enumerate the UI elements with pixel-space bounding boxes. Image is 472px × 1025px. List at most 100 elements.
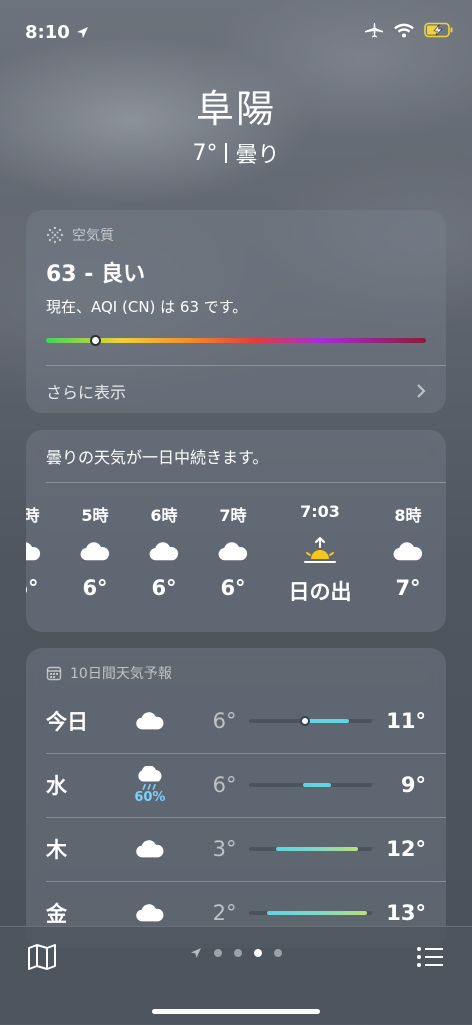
temp-range-bar <box>248 847 372 851</box>
current-condition: 7° 曇り <box>0 137 472 169</box>
daily-day: 木 <box>46 838 67 862</box>
daily-day: 今日 <box>46 710 88 734</box>
hourly-scroll[interactable]: 4時6°5時6°6時6°7時6°7:03日の出8時7° <box>26 502 446 622</box>
page-dot-active[interactable] <box>254 949 262 957</box>
hourly-forecast-card[interactable]: 曇りの天気が一日中続きます。 4時6°5時6°6時6°7時6°7:03日の出8時… <box>26 430 446 632</box>
daily-low: 6° <box>212 709 237 733</box>
status-bar: 8:10 <box>0 0 472 60</box>
daily-high: 13° <box>386 901 426 925</box>
current-temp-dot <box>300 716 311 726</box>
wifi-icon <box>394 23 414 37</box>
daily-low: 3° <box>212 837 237 861</box>
sunrise-icon <box>304 537 336 563</box>
daily-icon-wrap <box>119 711 181 731</box>
daily-row[interactable]: 木 3° 12° <box>46 818 426 880</box>
hourly-icon-wrap <box>280 526 360 576</box>
hourly-time: 6時 <box>150 506 178 525</box>
hourly-icon-wrap <box>193 526 273 576</box>
daily-icon-wrap: 60% <box>119 765 181 805</box>
hourly-temp: 6° <box>151 576 177 600</box>
current-weather: 阜陽 7° 曇り <box>0 78 472 169</box>
temp-range-fill <box>266 911 368 915</box>
list-icon[interactable] <box>416 945 444 969</box>
hourly-temp: 6° <box>82 576 108 600</box>
air-quality-title: 空気質 <box>72 228 114 244</box>
airplane-icon <box>365 23 383 38</box>
hourly-item: 8時 7° <box>368 502 446 600</box>
aqi-scale-bar <box>46 335 426 346</box>
bottom-toolbar <box>0 926 472 1025</box>
temp-range-fill <box>275 847 359 851</box>
cloud-icon <box>136 712 164 730</box>
status-time: 8:10 <box>25 22 89 43</box>
temp-range-bar <box>248 911 372 915</box>
aqi-indicator-dot <box>90 335 102 346</box>
hourly-item: 7時 6° <box>193 502 273 600</box>
daily-row[interactable]: 水 60% 6° 9° <box>46 754 426 816</box>
cloud-icon <box>218 541 248 560</box>
hourly-divider <box>46 482 446 483</box>
daily-icon-wrap <box>119 839 181 859</box>
daily-low: 6° <box>212 773 237 797</box>
page-dot[interactable] <box>214 949 222 957</box>
city-name: 阜陽 <box>195 87 276 131</box>
cloud-icon <box>393 541 423 560</box>
daily-high: 9° <box>400 773 426 797</box>
battery-charging-icon <box>424 22 453 38</box>
hourly-temp: 日の出 <box>288 580 352 604</box>
aqi-divider <box>46 365 446 366</box>
status-time-label: 8:10 <box>25 22 70 43</box>
air-quality-header: 空気質 <box>26 210 446 260</box>
precip-chance: 60% <box>134 789 166 805</box>
hourly-item: 6時 6° <box>124 502 204 600</box>
cloud-icon <box>136 904 164 922</box>
condition-text: 曇り <box>235 143 280 168</box>
temp-range-bar <box>248 783 372 787</box>
hourly-item: 7:03 日の出 <box>280 502 360 606</box>
cloud-icon <box>136 840 164 858</box>
daily-high: 12° <box>386 837 426 861</box>
rain-cloud-icon <box>138 765 162 790</box>
location-arrow-icon <box>76 27 88 38</box>
temp-range-fill <box>303 783 331 787</box>
see-more-label: さらに表示 <box>46 383 127 402</box>
daily-day: 水 <box>46 774 67 798</box>
cloud-icon <box>80 541 110 560</box>
daily-high: 11° <box>386 709 426 733</box>
daily-icon-wrap <box>119 903 181 923</box>
aqi-description: 現在、AQI (CN) は 63 です。 <box>46 298 248 316</box>
hourly-icon-wrap <box>55 526 135 576</box>
hourly-icon-wrap <box>124 526 204 576</box>
hourly-item: 5時 6° <box>55 502 135 600</box>
hourly-time: 8時 <box>394 506 422 525</box>
current-temp: 7° <box>192 140 218 166</box>
ten-day-title: 10日間天気予報 <box>70 666 172 682</box>
hourly-time: 5時 <box>81 506 109 525</box>
hourly-time: 7:03 <box>300 502 340 521</box>
air-quality-card[interactable]: 空気質 63 - 良い 現在、AQI (CN) は 63 です。 さらに表示 <box>26 210 446 413</box>
temp-range-bar <box>248 716 372 726</box>
hourly-summary: 曇りの天気が一日中続きます。 <box>46 448 269 467</box>
aqi-see-more[interactable]: さらに表示 <box>46 376 426 406</box>
air-quality-icon <box>46 226 64 244</box>
cloud-icon <box>149 541 179 560</box>
divider <box>225 143 228 163</box>
aqi-value: 63 - 良い <box>46 262 146 287</box>
daily-low: 2° <box>212 901 237 925</box>
ten-day-forecast-card[interactable]: 10日間天気予報 今日 6° 11° 水 60% 6° 9° 木 3° 12° 金 2° 13° <box>26 648 446 948</box>
cloud-icon <box>26 541 41 560</box>
home-indicator[interactable] <box>152 1009 320 1014</box>
daily-row[interactable]: 今日 6° 11° <box>46 690 426 752</box>
hourly-time: 7時 <box>219 506 247 525</box>
hourly-icon-wrap <box>368 526 446 576</box>
chevron-right-icon <box>417 384 426 398</box>
page-dot[interactable] <box>274 949 282 957</box>
hourly-temp: 7° <box>395 576 421 600</box>
daily-day: 金 <box>46 902 67 926</box>
location-page-icon[interactable] <box>190 947 202 959</box>
page-indicator[interactable] <box>0 947 472 959</box>
temp-range-fill <box>303 719 350 723</box>
hourly-temp: 6° <box>220 576 246 600</box>
page-dot[interactable] <box>234 949 242 957</box>
calendar-icon <box>46 666 62 681</box>
